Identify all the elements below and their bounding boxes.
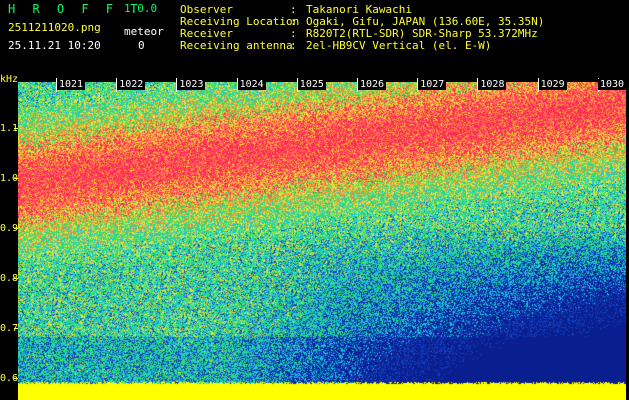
hrofft-window: H R O F F T 1.0.0 2511211020.png meteor … [0,0,629,400]
antenna-label: Receiving antenna [180,39,293,52]
meteor-count: 0 [138,39,145,52]
antenna-colon: : [290,39,297,52]
timestamp: 25.11.21 10:20 [8,39,101,52]
antenna-value: 2el-HB9CV Vertical (el. E-W) [306,39,492,52]
app-version: 1.0.0 [124,2,158,15]
meteor-label: meteor [124,25,164,38]
app-title: H R O F F T [8,2,143,16]
image-filename: 2511211020.png [8,21,101,34]
spectrogram-canvas [18,82,626,400]
y-axis-unit: kHz [0,74,19,85]
